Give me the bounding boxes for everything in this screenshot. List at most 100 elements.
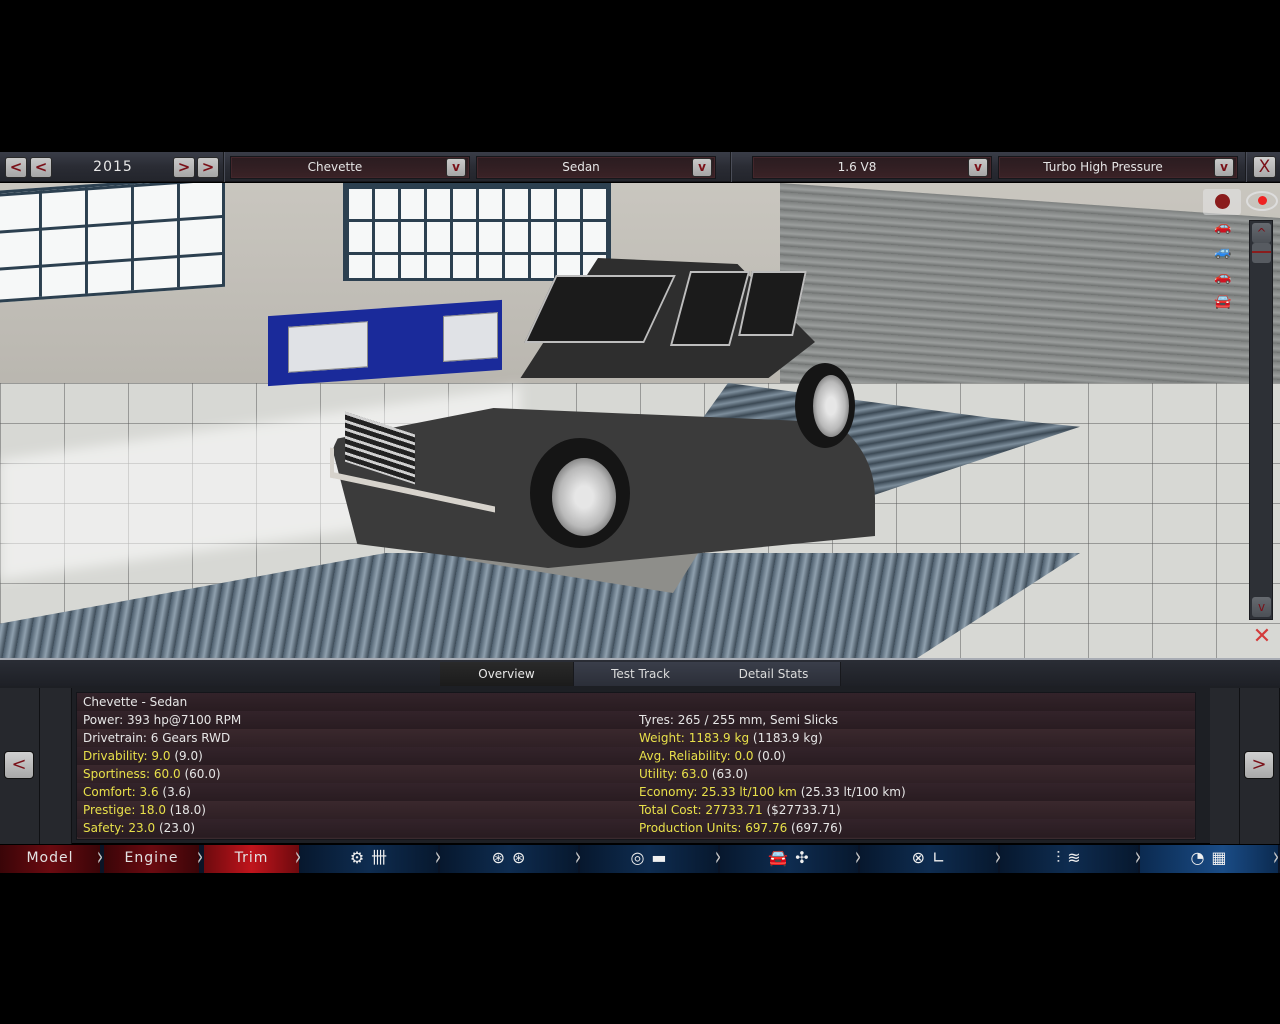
stat-key: Economy: [639,785,698,799]
year-prev-fast-button[interactable]: < [5,157,27,178]
stat-value: 265 / 255 mm, Semi Slicks [677,713,838,727]
garage-window-left [0,183,225,304]
aero-cooling-icon-1: 🚘 [768,848,790,867]
panel-tabs: Overview Test Track Detail Stats [0,660,1280,686]
stat-row: Drivetrain: 6 Gears RWD Weight: 1183.9 kg… [77,729,1195,747]
scroll-down-button[interactable]: v [1252,597,1271,617]
overview-stats: Chevette - Sedan Power: 393 hp@7100 RPM T… [76,692,1196,840]
stat-value: 1183.9 kg [688,731,750,745]
stat-row: Power: 393 hp@7100 RPM Tyres: 265 / 255 m… [77,711,1195,729]
hide-ui-icon[interactable]: ✕ [1248,625,1276,649]
stat-original-value: (60.0) [184,767,221,781]
step-testing[interactable]: ◔ ▦ [1140,845,1278,873]
garage-window-center [343,183,611,281]
stat-key: Safety: [83,821,125,835]
cabinet-door [288,321,368,373]
stat-comfort: Comfort: 3.6 (3.6) [83,783,191,801]
scroll-thumb[interactable] [1252,243,1271,263]
fixture-dropdown-toggle[interactable]: v [1214,158,1234,177]
step-engine[interactable]: Engine [104,845,199,873]
stat-total-cost: Total Cost: 27733.71 ($27733.71) [639,801,841,819]
interior-icon-1: ⊗ [911,848,926,867]
stat-safety: Safety: 23.0 (23.0) [83,819,195,837]
stat-key: Avg. Reliability: [639,749,731,763]
stat-sportiness: Sportiness: 60.0 (60.0) [83,765,221,783]
tab-test-track[interactable]: Test Track [574,662,708,686]
year-next-button[interactable]: > [173,157,195,178]
car-designer-app: < < 2015 > > Chevette v Sedan v 1.6 V8 v… [0,152,1280,876]
front-view-car-icon[interactable]: 🚗 [1208,220,1238,234]
tab-overview[interactable]: Overview [440,662,574,686]
chevron-right-icon: › [714,842,722,872]
rear-rim [813,375,849,437]
step-suspension[interactable]: ⫶ ≋ [1000,845,1138,873]
body-dropdown-value: Sedan [562,160,600,174]
gearbox-icon-2: 卌 [371,848,389,867]
rear-view-car-icon[interactable]: 🚗 [1208,270,1238,284]
chevron-right-icon: › [574,842,582,872]
stat-original-value: (0.0) [757,749,786,763]
step-model[interactable]: Model [0,845,100,873]
model-dropdown-toggle[interactable]: v [446,158,466,177]
scroll-up-button[interactable]: ^ [1252,223,1271,243]
zoom-scrollbar[interactable]: ^ v [1249,220,1273,620]
divider [223,152,225,182]
stat-value: 25.33 lt/100 km [701,785,797,799]
suspension-icon-1: ⫶ [1056,848,1062,867]
step-interior[interactable]: ⊗ ∟ [860,845,998,873]
chevron-right-icon: › [1134,842,1142,872]
step-brakes[interactable]: ◎ ▬ [580,845,718,873]
stat-row: Sportiness: 60.0 (60.0) Utility: 63.0 (63… [77,765,1195,783]
divider [1245,152,1247,182]
year-next-fast-button[interactable]: > [197,157,219,178]
stat-utility: Utility: 63.0 (63.0) [639,765,748,783]
stat-key: Drivetrain: [83,731,147,745]
stat-original-value: (1183.9 kg) [752,731,823,745]
body-dropdown[interactable]: Sedan v [476,156,716,179]
tab-detail-stats[interactable]: Detail Stats [707,662,841,686]
stat-value: 3.6 [139,785,159,799]
step-trim[interactable]: Trim [204,845,299,873]
car-3d-viewport[interactable]: 🚗 🚙 🚗 🚘 ^ v ✕ [0,183,1280,658]
step-gearbox[interactable]: ⚙ 卌 [300,845,438,873]
stat-tyres: Tyres: 265 / 255 mm, Semi Slicks [639,711,838,729]
side-view-car-icon[interactable]: 🚙 [1208,245,1238,259]
stat-drivability: Drivability: 9.0 (9.0) [83,747,203,765]
stat-key: Tyres: [639,713,674,727]
stat-original-value: (9.0) [174,749,203,763]
camera-icon[interactable] [1203,189,1241,215]
step-aero-cooling[interactable]: 🚘 ✣ [720,845,858,873]
stat-value: 23.0 [128,821,156,835]
engine-dropdown[interactable]: 1.6 V8 v [752,156,992,179]
eye-icon[interactable] [1246,191,1278,211]
suspension-icon-2: ≋ [1067,848,1082,867]
interior-icon-2: ∟ [932,848,947,867]
stat-prestige: Prestige: 18.0 (18.0) [83,801,206,819]
prev-car-button[interactable]: < [4,751,34,779]
close-button[interactable]: X [1253,156,1276,178]
model-dropdown[interactable]: Chevette v [230,156,470,179]
cabinet-door [443,312,498,362]
perspective-view-car-icon[interactable]: 🚘 [1208,295,1238,309]
body-dropdown-toggle[interactable]: v [692,158,712,177]
stat-original-value: (25.33 lt/100 km) [800,785,906,799]
front-wheel [530,438,630,548]
next-car-button[interactable]: > [1244,751,1274,779]
fixture-dropdown[interactable]: Turbo High Pressure v [998,156,1238,179]
chevron-right-icon: › [294,842,302,872]
chevron-right-icon: › [1272,842,1280,872]
stat-row: Prestige: 18.0 (18.0) Total Cost: 27733.7… [77,801,1195,819]
stat-key: Production Units: [639,821,742,835]
stats-panel: Overview Test Track Detail Stats < > Che… [0,658,1280,844]
divider [730,152,732,182]
stat-value: 60.0 [153,767,181,781]
wheels-icon-1: ⊛ [491,848,506,867]
stat-original-value: (63.0) [711,767,748,781]
brakes-icon-2: ▬ [651,848,668,867]
stat-original-value: (23.0) [158,821,196,835]
engine-dropdown-toggle[interactable]: v [968,158,988,177]
year-prev-button[interactable]: < [30,157,52,178]
stat-value: 9.0 [151,749,171,763]
step-wheels[interactable]: ⊛ ⊛ [440,845,578,873]
wheels-icon-2: ⊛ [512,848,527,867]
